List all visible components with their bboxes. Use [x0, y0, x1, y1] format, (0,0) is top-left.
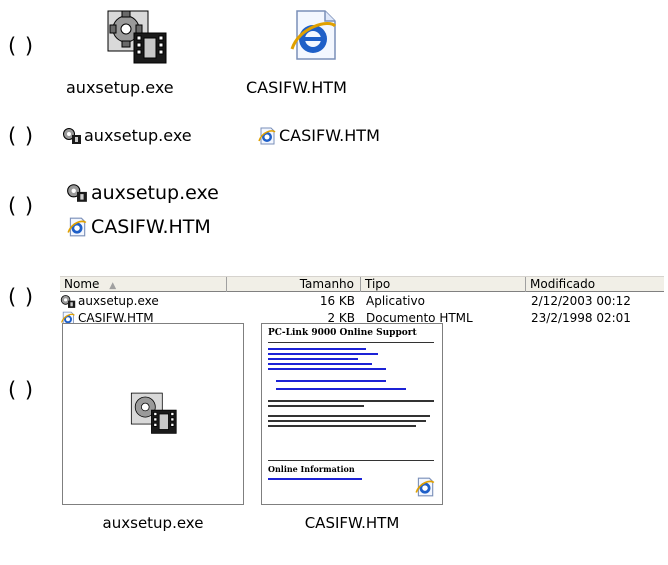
column-type-label: Tipo: [365, 277, 391, 291]
thumbnail-label-auxsetup: auxsetup.exe: [102, 514, 204, 532]
preview-page-title: PC-Link 9000 Online Support: [268, 328, 417, 338]
preview-link-block: [268, 348, 388, 373]
column-header-modified[interactable]: Modificado: [526, 277, 664, 292]
large-icon-auxsetup[interactable]: [100, 7, 172, 73]
preview-link-line: [276, 388, 406, 390]
details-header: Nome ▲ Tamanho Tipo Modificado: [60, 276, 664, 292]
table-row[interactable]: auxsetup.exe 16 KB Aplicativo 2/12/2003 …: [60, 293, 664, 309]
option-marker-small-icons[interactable]: ( ): [8, 124, 34, 148]
column-header-size[interactable]: Tamanho: [227, 277, 361, 292]
internet-explorer-html-icon: [257, 127, 277, 145]
column-name-label: Nome: [64, 277, 100, 291]
large-icon-label-auxsetup: auxsetup.exe: [66, 78, 174, 97]
list-label-auxsetup: auxsetup.exe: [91, 182, 219, 204]
thumbnail-auxsetup[interactable]: [62, 323, 244, 505]
cell-type: Aplicativo: [366, 294, 425, 308]
small-icon-item-casifw[interactable]: CASIFW.HTM: [257, 126, 380, 145]
cell-modified: 23/2/1998 02:01: [531, 311, 631, 325]
thumbnail-casifw[interactable]: PC-Link 9000 Online Support Online Infor…: [261, 323, 443, 505]
application-gear-icon: [60, 294, 76, 309]
preview-link-line: [268, 478, 362, 480]
column-header-type[interactable]: Tipo: [361, 277, 526, 292]
application-gear-icon: [125, 390, 181, 438]
internet-explorer-html-icon: [283, 9, 343, 61]
small-icon-label-casifw: CASIFW.HTM: [279, 126, 380, 145]
application-gear-icon: [62, 127, 82, 145]
list-item-auxsetup[interactable]: auxsetup.exe: [66, 182, 219, 204]
option-marker-thumbnails[interactable]: ( ): [8, 378, 34, 402]
column-modified-label: Modificado: [530, 277, 596, 291]
preview-section-title: Online Information: [268, 464, 355, 474]
preview-link-line: [276, 380, 386, 382]
option-marker-list[interactable]: ( ): [8, 194, 34, 218]
preview-rule: [268, 460, 434, 461]
preview-text-block: [268, 400, 434, 430]
large-icon-label-casifw: CASIFW.HTM: [246, 78, 347, 97]
sort-ascending-icon: ▲: [109, 281, 117, 291]
list-item-casifw[interactable]: CASIFW.HTM: [66, 216, 211, 238]
small-icon-label-auxsetup: auxsetup.exe: [84, 126, 192, 145]
application-gear-icon: [66, 183, 88, 203]
internet-explorer-html-icon: [414, 476, 436, 498]
cell-modified: 2/12/2003 00:12: [531, 294, 631, 308]
column-header-name[interactable]: Nome ▲: [60, 277, 227, 292]
preview-rule: [268, 342, 434, 343]
small-icon-item-auxsetup[interactable]: auxsetup.exe: [62, 126, 192, 145]
internet-explorer-html-icon: [66, 217, 88, 237]
list-label-casifw: CASIFW.HTM: [91, 216, 211, 238]
application-gear-icon: [100, 7, 172, 69]
option-marker-large-icons[interactable]: ( ): [8, 34, 34, 58]
column-size-label: Tamanho: [299, 277, 354, 291]
option-marker-details[interactable]: ( ): [8, 285, 34, 309]
cell-size: 16 KB: [319, 294, 355, 308]
cell-name: auxsetup.exe: [78, 294, 159, 308]
thumbnail-label-casifw: CASIFW.HTM: [304, 514, 400, 532]
large-icon-casifw[interactable]: [283, 9, 343, 61]
